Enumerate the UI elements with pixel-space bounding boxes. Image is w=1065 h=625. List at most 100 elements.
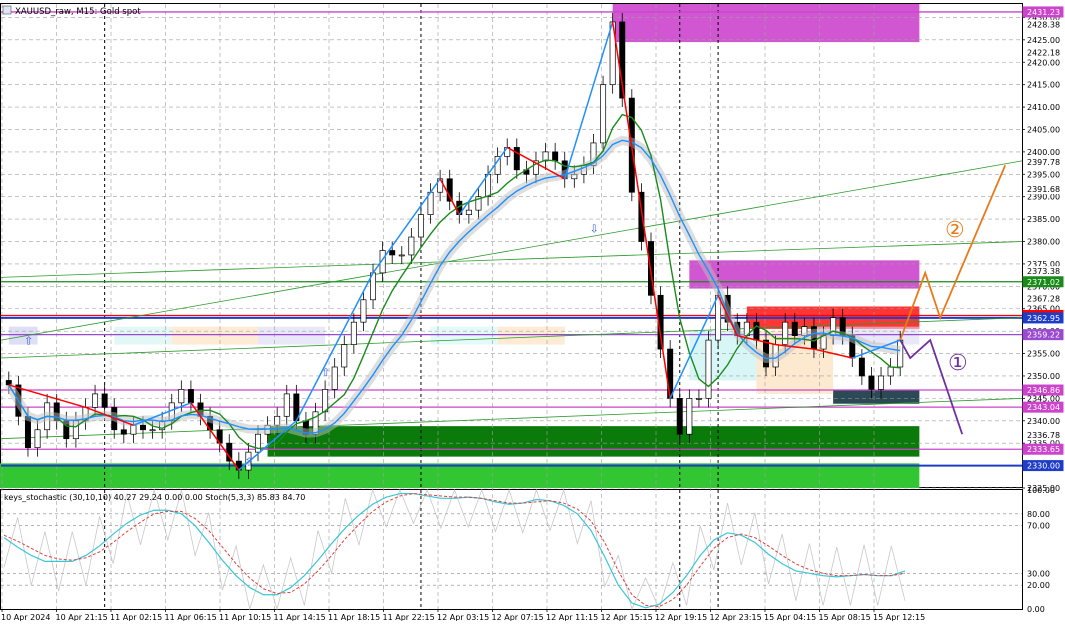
price-level-tag-label: 2362.95 xyxy=(1027,314,1060,323)
candle-body xyxy=(676,398,683,435)
candle-body xyxy=(255,433,261,453)
time-tick-label: 11 Apr 18:15 xyxy=(328,613,380,621)
price-tick-label: 2350.00 xyxy=(1027,372,1060,381)
candle-body xyxy=(120,429,127,435)
candle-body xyxy=(878,375,885,390)
price-level-tag-label: 2343.04 xyxy=(1027,403,1060,412)
candle-body xyxy=(34,429,41,449)
candle-body xyxy=(101,393,108,408)
price-tick-label: 2380.00 xyxy=(1027,238,1060,247)
price-tick-label: 2425.00 xyxy=(1027,36,1060,45)
time-tick-label: 12 Apr 15:15 xyxy=(601,613,653,621)
candle-body xyxy=(600,84,607,144)
candle-body xyxy=(465,209,472,215)
stoch-tick-label: 30.00 xyxy=(1027,569,1050,578)
time-tick-label: 15 Apr 12:15 xyxy=(873,613,925,621)
price-level-tag-label: 2431.23 xyxy=(1027,8,1060,17)
price-level-tag-label: 2371.02 xyxy=(1027,278,1060,287)
time-tick-label: 15 Apr 04:15 xyxy=(764,613,816,621)
supply-zone-mid xyxy=(689,260,920,289)
time-tick-label: 15 Apr 08:15 xyxy=(819,613,871,621)
buy-arrow-icon: ⇧ xyxy=(24,335,33,348)
candle-body xyxy=(322,389,329,413)
supply-zone-top xyxy=(612,4,920,43)
candle-body xyxy=(686,398,693,435)
price-level-tag-label: 2336.78 xyxy=(1027,431,1060,440)
price-tick-label: 2415.00 xyxy=(1027,81,1060,90)
candle-body xyxy=(149,429,156,432)
stoch-tick-label: 100.00 xyxy=(1027,486,1055,495)
time-tick-label: 12 Apr 19:15 xyxy=(655,613,707,621)
stoch-tick-label: 0.00 xyxy=(1027,605,1045,614)
scenario-2-label: ② xyxy=(945,218,965,243)
price-tick-label: 2395.00 xyxy=(1027,170,1060,179)
price-level-tag-label: 2428.38 xyxy=(1027,21,1060,30)
time-tick-label: 11 Apr 22:15 xyxy=(383,613,435,621)
candle-body xyxy=(513,147,520,171)
price-tick-label: 2340.00 xyxy=(1027,417,1060,426)
candle-body xyxy=(398,254,405,257)
time-tick-label: 12 Apr 07:15 xyxy=(492,613,544,621)
time-tick-label: 11 Apr 14:15 xyxy=(274,613,326,621)
candle-body xyxy=(753,321,760,341)
small-box-dark xyxy=(833,390,920,404)
chart-title: XAUUSD_raw, M15: Gold spot xyxy=(2,5,141,17)
time-tick-label: 12 Apr 03:15 xyxy=(437,613,489,621)
session-box xyxy=(430,326,498,345)
candle-body xyxy=(283,393,290,417)
candle-body xyxy=(868,375,875,390)
price-level-tag-label: 2373.38 xyxy=(1027,267,1060,276)
stoch-tick-label: 80.00 xyxy=(1027,510,1050,519)
candle-body xyxy=(360,299,367,323)
time-tick-label: 10 Apr 2024 xyxy=(1,613,50,621)
stoch-tick-label: 20.00 xyxy=(1027,581,1050,590)
indicator-label: keys_stochastic (30,10,10) 40.27 29.24 0… xyxy=(4,493,305,502)
candle-body xyxy=(92,393,99,408)
price-level-tag-label: 2391.68 xyxy=(1027,185,1060,194)
chart-canvas[interactable]: ⇧⇧⇧⇩ 2325.002330.002335.002340.002345.00… xyxy=(0,0,1065,622)
candle-body xyxy=(130,424,137,435)
candle-body xyxy=(695,398,702,400)
session-box xyxy=(258,326,326,345)
candle-body xyxy=(791,321,798,336)
trading-chart[interactable]: ⇧⇧⇧⇩ 2325.002330.002335.002340.002345.00… xyxy=(0,0,1065,622)
buy-arrow-icon: ⇧ xyxy=(321,366,330,379)
candle-body xyxy=(887,366,894,377)
candle-body xyxy=(782,321,789,345)
time-tick-label: 10 Apr 21:15 xyxy=(56,613,108,621)
time-tick-label: 11 Apr 06:15 xyxy=(165,613,217,621)
price-level-tag-label: 2346.86 xyxy=(1027,386,1060,395)
scenario-1-label: ① xyxy=(948,351,968,376)
session-box xyxy=(497,326,565,345)
price-tick-label: 2420.00 xyxy=(1027,58,1060,67)
candle-body xyxy=(705,339,712,399)
price-tick-label: 2385.00 xyxy=(1027,215,1060,224)
session-box xyxy=(171,326,259,345)
price-level-tag-label: 2367.28 xyxy=(1027,295,1060,304)
price-tick-label: 2400.00 xyxy=(1027,148,1060,157)
price-level-tag-label: 2333.65 xyxy=(1027,445,1060,454)
candle-body xyxy=(389,250,396,256)
session-box xyxy=(114,326,172,345)
candle-body xyxy=(552,151,559,162)
candle-body xyxy=(139,424,146,431)
candle-body xyxy=(341,344,348,368)
time-tick-label: 12 Apr 11:15 xyxy=(546,613,598,621)
price-level-tag-label: 2397.78 xyxy=(1027,158,1060,167)
demand-zone-dark-green xyxy=(267,426,920,457)
demand-zone-green xyxy=(0,463,920,488)
time-tick-label: 11 Apr 10:15 xyxy=(219,613,271,621)
price-tick-label: 2405.00 xyxy=(1027,125,1060,134)
chart-title-text: XAUUSD_raw, M15: Gold spot xyxy=(15,7,141,17)
price-level-tag-label: 2359.22 xyxy=(1027,331,1060,340)
price-tick-label: 2355.00 xyxy=(1027,350,1060,359)
sell-arrow-icon: ⇩ xyxy=(589,223,598,236)
stoch-tick-label: 70.00 xyxy=(1027,522,1050,531)
price-level-tag-label: 2422.18 xyxy=(1027,48,1060,57)
candle-body xyxy=(417,214,424,238)
time-tick-label: 12 Apr 23:15 xyxy=(710,613,762,621)
candle-body xyxy=(331,366,338,390)
time-tick-label: 11 Apr 02:15 xyxy=(110,613,162,621)
candle-body xyxy=(858,357,865,377)
price-level-tag-label: 2330.00 xyxy=(1027,462,1060,471)
